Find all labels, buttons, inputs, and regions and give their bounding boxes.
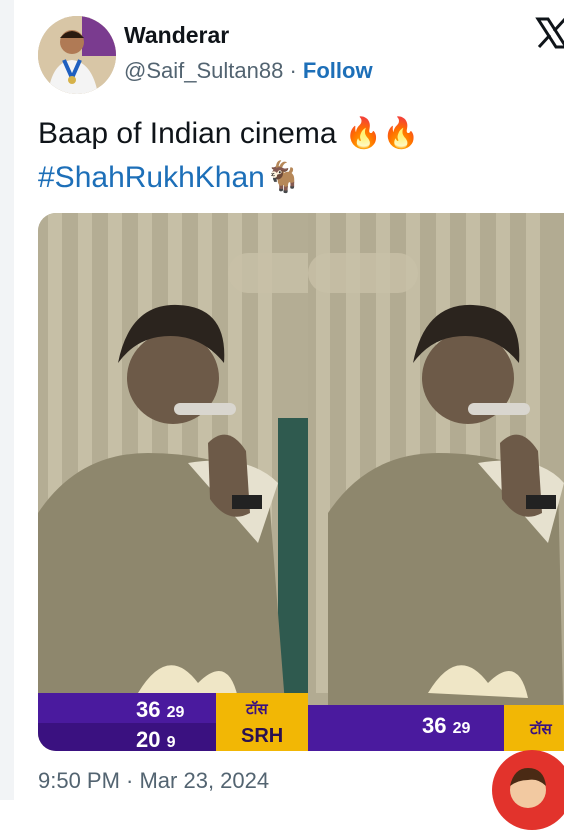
author-handle[interactable]: @Saif_Sultan88 — [124, 58, 283, 83]
follow-button[interactable]: Follow — [303, 58, 373, 83]
hashtag-link[interactable]: #ShahRukhKhan🐐 — [38, 156, 420, 200]
author-avatar[interactable] — [38, 16, 116, 94]
tweet-media[interactable]: 36 29 20 9 टॉस SRH 36 29 टॉस — [38, 213, 564, 751]
left-gutter — [0, 0, 14, 800]
separator-dot: · — [289, 58, 297, 83]
photo-right — [308, 213, 564, 751]
tag-bottom: SRH — [241, 725, 284, 747]
score-right-top: 36 29 — [422, 713, 471, 738]
tweet-timestamp[interactable]: 9:50 PM · Mar 23, 2024 — [38, 768, 269, 794]
handle-row: @Saif_Sultan88 · Follow — [124, 58, 373, 84]
author-name[interactable]: Wanderar — [124, 22, 229, 49]
scorebar-right-band — [308, 705, 504, 751]
tag-top: टॉस — [246, 700, 268, 718]
tweet-text: Baap of Indian cinema 🔥🔥 #ShahRukhKhan🐐 — [38, 112, 420, 200]
scorebar-bottom-band — [38, 723, 216, 751]
person-emoji-icon — [510, 768, 546, 808]
score-top: 36 29 — [136, 697, 185, 722]
score-bottom: 20 9 — [136, 727, 176, 751]
media-frame-left: 36 29 20 9 टॉस SRH — [38, 213, 308, 751]
scorebar-top-band — [38, 693, 216, 723]
media-frame-right: 36 29 टॉस — [308, 213, 564, 751]
tweet-body: Baap of Indian cinema 🔥🔥 — [38, 117, 420, 150]
photo-left — [38, 213, 308, 751]
avatar-image — [38, 16, 116, 94]
floating-action-button[interactable] — [492, 750, 564, 830]
tag-right-top: टॉस — [530, 720, 552, 738]
x-logo-icon[interactable] — [535, 16, 564, 50]
